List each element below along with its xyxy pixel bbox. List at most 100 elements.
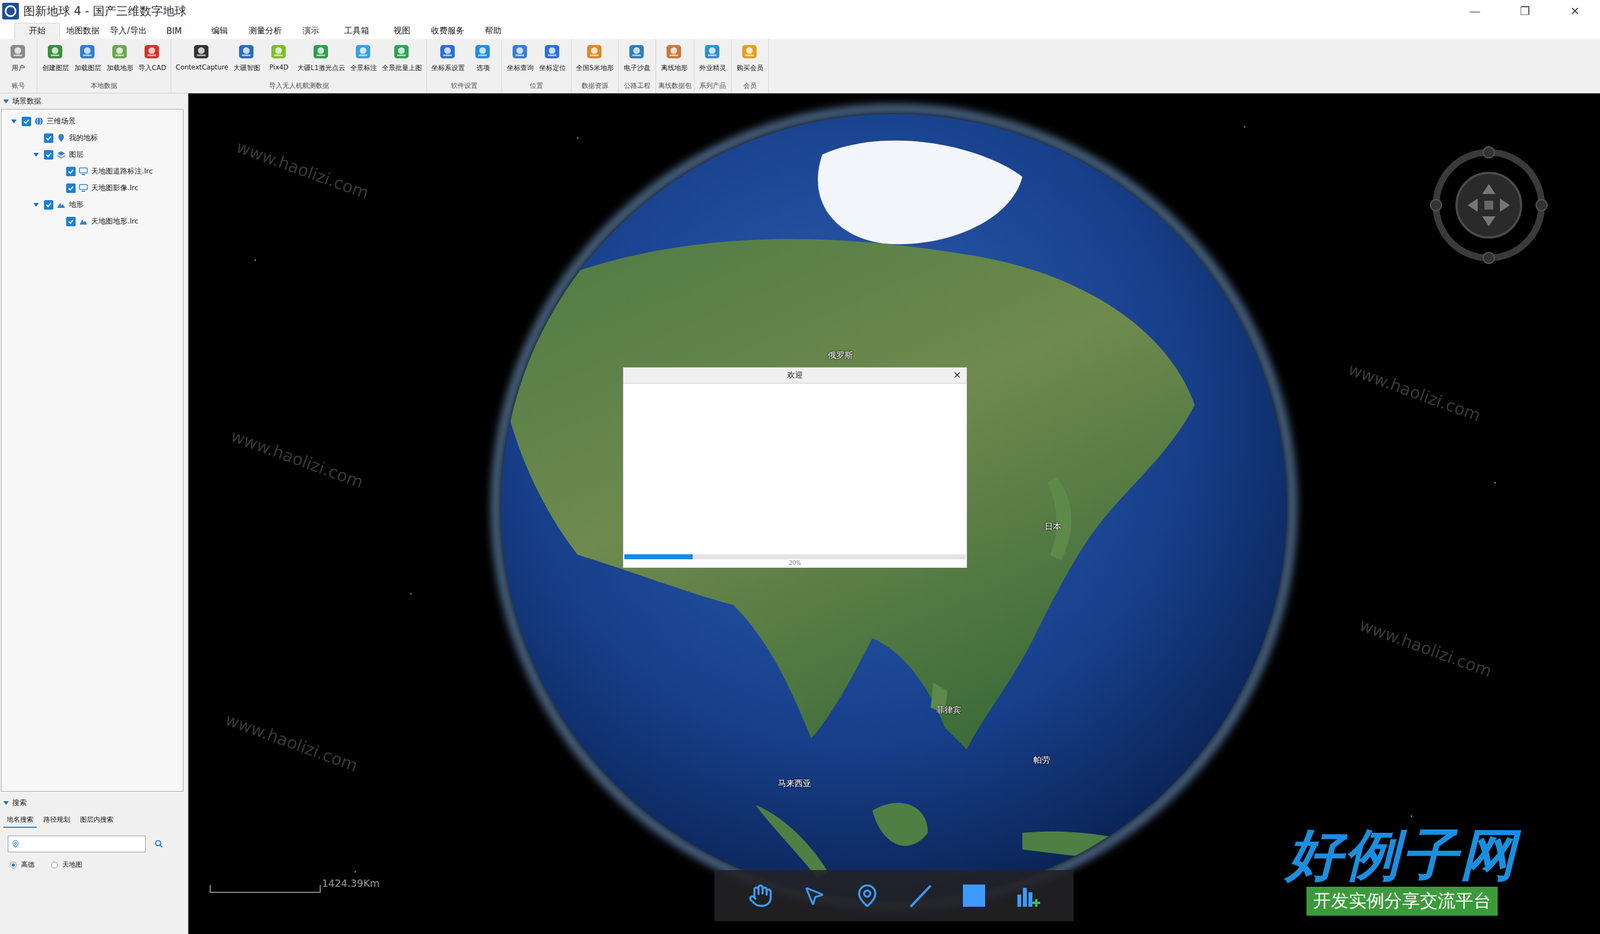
search-tab[interactable]: 路径规划: [40, 812, 74, 828]
ribbon-group: 购买会员会员: [731, 38, 769, 93]
ribbon-button[interactable]: 加载地形: [103, 42, 137, 73]
menu-tab[interactable]: 编辑: [196, 22, 243, 39]
tree-item[interactable]: 图层: [1, 146, 183, 163]
search-icon[interactable]: [154, 839, 164, 849]
ribbon-group-label: 系列产品: [696, 80, 729, 93]
menu-tab[interactable]: 工具箱: [333, 22, 380, 39]
line-tool[interactable]: [907, 882, 934, 909]
tree-checkbox[interactable]: [21, 116, 32, 127]
pointer-icon: [802, 884, 826, 907]
menu-tab[interactable]: 帮助: [470, 22, 516, 39]
ribbon-group: 全国5米地形数据资源: [571, 38, 619, 93]
menu-tab[interactable]: 地图数据: [60, 22, 106, 39]
ribbon-button[interactable]: 选项: [466, 42, 500, 73]
ribbon-button[interactable]: 外业精灵: [696, 42, 729, 73]
ribbon-button[interactable]: 坐标定位: [536, 42, 569, 73]
progress-reading: 20%: [623, 559, 967, 568]
ribbon-button[interactable]: 大疆智图: [230, 42, 263, 73]
placemark-tool[interactable]: [853, 882, 881, 909]
ribbon-button[interactable]: 加载图层: [71, 42, 104, 73]
window-control[interactable]: —: [1449, 0, 1500, 23]
ribbon-button[interactable]: 购买会员: [733, 42, 767, 73]
search-input[interactable]: [7, 835, 146, 853]
tree-item[interactable]: 天地图地形.lrc: [1, 212, 183, 230]
ribbon-group-label: 会员: [733, 80, 767, 93]
tree-item[interactable]: 天地图影像.lrc: [1, 179, 183, 197]
tree-item[interactable]: 三维场景: [1, 112, 183, 130]
ribbon-button[interactable]: 电子沙盘: [620, 42, 654, 73]
select-tool[interactable]: [800, 882, 828, 909]
menu-tab[interactable]: 收费服务: [424, 22, 471, 39]
tree-checkbox[interactable]: [43, 150, 54, 160]
polygon-tool[interactable]: [960, 882, 988, 909]
search-panel-header[interactable]: 搜索: [0, 794, 188, 811]
ribbon-button[interactable]: 创建图层: [39, 42, 72, 73]
layer-icon: [78, 166, 88, 176]
ribbon-group: ContextCapture大疆智图Pix4D大疆L1激光点云全景标注全景批量上…: [171, 38, 427, 93]
ribbon-button[interactable]: 用户: [2, 42, 35, 73]
tree-item[interactable]: 地形: [1, 196, 183, 213]
terrain-icon: [56, 200, 66, 210]
ribbon-group: 创建图层加载图层加载地形导入CAD本地数据: [37, 38, 172, 93]
check-icon: [45, 151, 52, 158]
check-icon: [67, 185, 74, 192]
pan-tool[interactable]: [747, 882, 774, 909]
tree-checkbox[interactable]: [43, 200, 54, 210]
tree-checkbox[interactable]: [43, 133, 54, 143]
ribbon-group: 电子沙盘公路工程: [618, 38, 657, 93]
ribbon-button[interactable]: 坐标查询: [504, 42, 537, 73]
map-label[interactable]: 菲律宾: [936, 704, 962, 716]
line-icon: [907, 882, 934, 909]
ribbon-button-icon: [664, 42, 684, 62]
expand-icon[interactable]: [11, 119, 17, 124]
map-label[interactable]: 马来西亚: [777, 778, 812, 789]
window-control[interactable]: ❐: [1499, 0, 1550, 23]
ribbon-button[interactable]: 坐标系设置: [429, 42, 467, 73]
ribbon-button-icon: [627, 42, 647, 62]
globe-viewport[interactable]: 俄罗斯日本菲律宾帕劳马来西亚www.haolizi.comwww.haolizi…: [188, 93, 1600, 934]
window-control[interactable]: ✕: [1549, 0, 1600, 23]
ribbon-button[interactable]: 导入CAD: [136, 42, 169, 73]
ribbon-group-label: 软件设置: [429, 80, 500, 93]
check-icon: [45, 135, 52, 142]
tree-checkbox[interactable]: [66, 216, 76, 227]
ribbon-button-icon: [237, 42, 257, 62]
ribbon-button[interactable]: Pix4D: [262, 42, 296, 72]
tree-item[interactable]: 我的地标: [1, 129, 183, 147]
progress-bar: [624, 554, 966, 560]
expand-icon[interactable]: [33, 152, 39, 157]
menu-tab[interactable]: 测量分析: [242, 22, 288, 39]
watermark: www.haolizi.com: [222, 709, 361, 776]
tree-checkbox[interactable]: [66, 183, 76, 193]
tree-checkbox[interactable]: [66, 166, 76, 177]
tree-item[interactable]: 天地图道路标注.lrc: [1, 162, 183, 180]
ribbon-button[interactable]: 全国5米地形: [573, 42, 616, 73]
map-label[interactable]: 俄罗斯: [827, 350, 853, 361]
dialog-close-button[interactable]: ×: [952, 368, 962, 381]
ribbon-button[interactable]: 大疆L1激光点云: [295, 42, 348, 73]
ribbon-button[interactable]: ContextCapture: [173, 42, 231, 72]
ribbon-button[interactable]: 全景批量上图: [379, 42, 425, 73]
search-tab[interactable]: 地名搜索: [3, 812, 37, 828]
expand-icon[interactable]: [33, 202, 39, 207]
menu-tab[interactable]: 演示: [287, 22, 334, 39]
search-tab[interactable]: 图层内搜索: [76, 812, 117, 828]
map-label[interactable]: 日本: [1044, 521, 1062, 533]
ribbon-button-icon: [110, 42, 130, 62]
menu-tab[interactable]: 导入/导出: [105, 22, 152, 39]
ribbon-button[interactable]: 全景标注: [347, 42, 380, 73]
navigation-compass[interactable]: [1427, 143, 1550, 267]
menu-tab[interactable]: 视图: [379, 22, 425, 39]
scene-panel-header[interactable]: 场景数据: [0, 93, 188, 109]
placemark-icon: [56, 133, 66, 143]
ribbon-button-icon: [78, 42, 98, 62]
ribbon-button[interactable]: 离线地形: [658, 42, 691, 73]
provider-radio[interactable]: 天地图: [51, 860, 83, 870]
ribbon-group-label: 离线数据包: [658, 80, 692, 93]
ribbon-button-icon: [543, 42, 563, 62]
map-label[interactable]: 帕劳: [1033, 754, 1051, 766]
chart-tool[interactable]: [1014, 882, 1041, 909]
menu-tab[interactable]: BIM: [151, 23, 197, 39]
provider-radio[interactable]: 高德: [10, 860, 35, 870]
menu-tab[interactable]: 开始: [14, 22, 61, 39]
